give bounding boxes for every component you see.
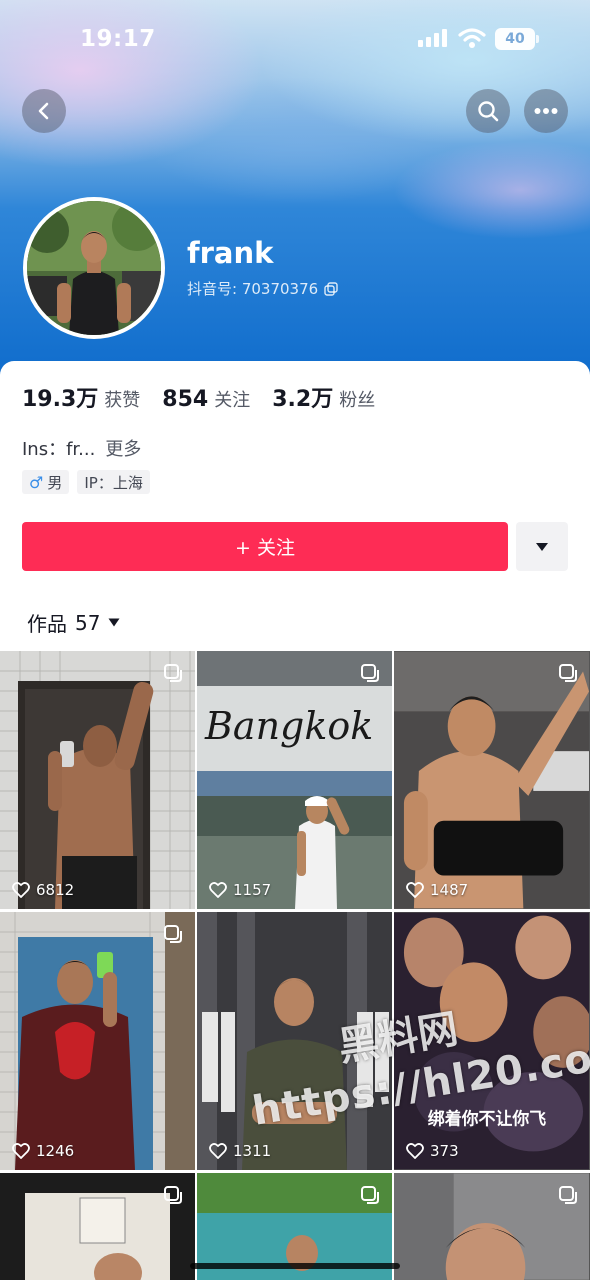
stat-value: 19.3万 [22, 387, 99, 412]
video-cover [0, 912, 195, 1170]
chevron-left-icon [38, 102, 49, 120]
stat-value: 3.2万 [272, 387, 334, 412]
profile-avatar[interactable] [23, 197, 165, 339]
follow-button[interactable]: + 关注 [22, 522, 508, 571]
stat-label: 获赞 [104, 390, 141, 411]
search-button[interactable] [466, 89, 510, 133]
like-count-value: 1157 [233, 881, 272, 899]
username: frank [187, 236, 274, 270]
heart-icon [209, 882, 227, 898]
more-options-button[interactable] [524, 89, 568, 133]
video-thumbnail[interactable]: 1246 [0, 912, 195, 1170]
video-cover: 绑着你不让你飞 [394, 912, 589, 1170]
like-count: 6812 [12, 881, 74, 899]
like-count: 1246 [12, 1142, 74, 1160]
multi-image-icon [164, 1186, 182, 1204]
profile-tags: ♂ 男 IP：上海 [22, 470, 150, 494]
like-count: 1487 [406, 881, 468, 899]
back-button[interactable] [22, 89, 66, 133]
like-count-value: 1246 [36, 1142, 75, 1160]
heart-icon [209, 1143, 227, 1159]
profile-stats: 19.3万 获赞 854 关注 3.2万 粉丝 [22, 381, 375, 413]
gender-tag: ♂ 男 [22, 470, 70, 494]
video-thumbnail[interactable]: 绑着你不让你飞 373 [394, 912, 590, 1170]
video-thumbnail[interactable] [0, 1173, 195, 1280]
avatar-photo [27, 201, 161, 335]
heart-icon [12, 882, 30, 898]
multi-image-icon [559, 664, 577, 682]
like-count-value: 1311 [233, 1142, 272, 1160]
multi-image-icon [361, 1186, 379, 1204]
caret-down-icon [536, 542, 548, 551]
status-time: 19:17 [80, 26, 156, 52]
bio-text: Ins：fr... [22, 439, 96, 460]
ip-location-label: IP：上海 [84, 473, 143, 492]
like-count-value: 373 [430, 1142, 459, 1160]
battery-level: 40 [495, 28, 535, 50]
more-dots-icon [534, 108, 558, 114]
heart-icon [12, 1143, 30, 1159]
follow-button-label: + 关注 [235, 537, 295, 559]
video-thumbnail[interactable]: 6812 [0, 651, 195, 909]
douyin-id-text: 抖音号: 70370376 [187, 280, 319, 298]
status-bar: 19:17 40 [0, 0, 590, 80]
like-count: 1311 [209, 1142, 271, 1160]
heart-icon [406, 1143, 424, 1159]
video-thumbnail[interactable]: 1487 [394, 651, 590, 909]
battery-indicator: 40 [495, 28, 539, 50]
video-thumbnail[interactable] [394, 1173, 590, 1280]
like-count-value: 1487 [430, 881, 469, 899]
multi-image-icon [164, 664, 182, 682]
like-count-value: 6812 [36, 881, 75, 899]
like-count: 1157 [209, 881, 271, 899]
video-thumbnail[interactable]: Bangkok 1157 [197, 651, 392, 909]
search-icon [478, 101, 499, 122]
male-icon: ♂ [29, 472, 44, 492]
caret-down-icon [108, 618, 120, 627]
profile-bio[interactable]: Ins：fr... 更多 [22, 435, 141, 461]
wifi-icon [458, 28, 486, 48]
copy-icon[interactable] [324, 281, 338, 296]
stat-followers[interactable]: 3.2万 粉丝 [272, 381, 375, 413]
stat-label: 关注 [214, 390, 251, 411]
video-caption-text: 绑着你不让你飞 [428, 1109, 546, 1129]
tab-works[interactable]: 作品 57 [27, 608, 120, 637]
video-thumbnail[interactable]: 1311 [197, 912, 392, 1170]
gender-label: 男 [47, 473, 63, 492]
stat-label: 粉丝 [339, 390, 376, 411]
stat-likes[interactable]: 19.3万 获赞 [22, 381, 140, 413]
stat-following[interactable]: 854 关注 [162, 386, 250, 412]
cellular-signal-icon [418, 29, 447, 47]
multi-image-icon [361, 664, 379, 682]
recommend-dropdown-button[interactable] [516, 522, 568, 571]
bio-more-link[interactable]: 更多 [105, 439, 141, 460]
multi-image-icon [559, 1186, 577, 1204]
video-cover [197, 912, 392, 1170]
like-count: 373 [406, 1142, 459, 1160]
multi-image-icon [164, 925, 182, 943]
video-cover [394, 651, 589, 909]
sign-text: Bangkok [204, 704, 373, 748]
douyin-id[interactable]: 抖音号: 70370376 [187, 278, 338, 299]
ip-location-tag: IP：上海 [77, 470, 150, 494]
stat-value: 854 [162, 387, 209, 412]
video-cover [0, 651, 195, 909]
works-tab-label: 作品 [27, 612, 67, 636]
home-indicator[interactable] [190, 1263, 400, 1269]
video-cover: Bangkok [197, 651, 392, 909]
battery-cap [536, 35, 539, 43]
works-tab-count: 57 [75, 610, 101, 635]
heart-icon [406, 882, 424, 898]
